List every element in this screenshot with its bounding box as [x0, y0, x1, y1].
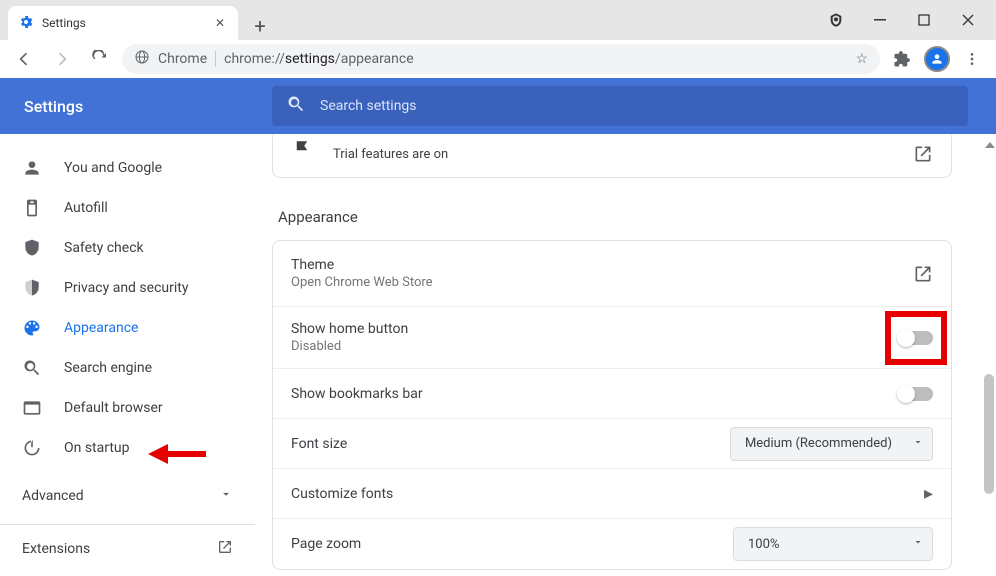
sidebar-item-label: Privacy and security: [64, 280, 188, 296]
sidebar-extensions-link[interactable]: Extensions: [0, 529, 255, 569]
search-icon: [286, 94, 306, 118]
appearance-section-title: Appearance: [278, 208, 952, 226]
sidebar-item-label: Safety check: [64, 240, 144, 256]
home-button-sublabel: Disabled: [291, 339, 899, 354]
address-bar[interactable]: Chrome chrome://settings/appearance ☆: [122, 44, 880, 74]
scrollbar-thumb[interactable]: [984, 374, 994, 494]
sidebar-item-label: You and Google: [64, 160, 162, 176]
tab-strip: Settings ✕ +: [0, 0, 828, 40]
sidebar-item-on-startup[interactable]: On startup: [0, 428, 255, 468]
settings-sidebar: You and Google Autofill Safety check Pri…: [0, 134, 256, 576]
font-size-value: Medium (Recommended): [745, 436, 892, 451]
font-size-row: Font size Medium (Recommended): [273, 419, 951, 469]
sidebar-item-search-engine[interactable]: Search engine: [0, 348, 255, 388]
window-maximize-button[interactable]: [902, 4, 946, 36]
browser-toolbar: Chrome chrome://settings/appearance ☆: [0, 40, 996, 78]
sidebar-advanced-label: Advanced: [22, 488, 84, 504]
forward-button[interactable]: [46, 43, 78, 75]
tab-close-icon[interactable]: ✕: [212, 16, 228, 30]
back-button[interactable]: [8, 43, 40, 75]
window-controls: [828, 0, 996, 40]
page-zoom-label: Page zoom: [291, 536, 733, 552]
sidebar-item-you-and-google[interactable]: You and Google: [0, 148, 255, 188]
home-button-label: Show home button: [291, 321, 899, 337]
sidebar-item-safety-check[interactable]: Safety check: [0, 228, 255, 268]
show-bookmarks-bar-row: Show bookmarks bar: [273, 369, 951, 419]
chevron-down-icon: [219, 487, 233, 505]
chevron-down-icon: [912, 436, 924, 452]
sidebar-item-privacy-security[interactable]: Privacy and security: [0, 268, 255, 308]
bookmarks-bar-label: Show bookmarks bar: [291, 386, 899, 402]
open-external-icon[interactable]: [913, 264, 933, 284]
omnibox-url: chrome://settings/appearance: [224, 51, 414, 67]
sidebar-item-appearance[interactable]: Appearance: [0, 308, 255, 348]
new-tab-button[interactable]: +: [246, 12, 274, 40]
window-minimize-button[interactable]: [858, 4, 902, 36]
sidebar-item-label: Appearance: [64, 320, 138, 336]
appearance-panel: Theme Open Chrome Web Store Show home bu…: [272, 240, 952, 570]
theme-row[interactable]: Theme Open Chrome Web Store: [273, 241, 951, 307]
font-size-label: Font size: [291, 436, 730, 452]
sidebar-item-label: Autofill: [64, 200, 108, 216]
flag-icon: [291, 139, 313, 157]
page-zoom-row: Page zoom 100%: [273, 519, 951, 569]
theme-label: Theme: [291, 257, 913, 273]
content-scrollbar[interactable]: [982, 134, 996, 576]
sidebar-item-label: Default browser: [64, 400, 163, 416]
open-external-icon[interactable]: [913, 144, 933, 164]
chevron-down-icon: [912, 536, 924, 552]
reload-button[interactable]: [84, 43, 116, 75]
sidebar-item-autofill[interactable]: Autofill: [0, 188, 255, 228]
search-input[interactable]: [320, 98, 954, 114]
page-title: Settings: [24, 97, 272, 116]
divider: [0, 524, 255, 525]
open-external-icon: [217, 539, 233, 559]
trial-message: Trial features are on: [333, 147, 448, 162]
page-zoom-dropdown[interactable]: 100%: [733, 527, 933, 561]
sidebar-item-default-browser[interactable]: Default browser: [0, 388, 255, 428]
site-info-icon[interactable]: [134, 49, 150, 69]
bookmarks-bar-toggle[interactable]: [899, 387, 933, 401]
settings-body: You and Google Autofill Safety check Pri…: [0, 134, 996, 576]
page-zoom-value: 100%: [748, 537, 779, 552]
theme-sublabel: Open Chrome Web Store: [291, 275, 913, 290]
sidebar-extensions-label: Extensions: [22, 541, 90, 557]
settings-header: Settings: [0, 78, 996, 134]
customize-fonts-label: Customize fonts: [291, 486, 924, 502]
scroll-up-icon[interactable]: [985, 142, 995, 148]
extensions-button[interactable]: [886, 43, 918, 75]
home-button-toggle[interactable]: [899, 331, 933, 345]
gear-icon: [18, 14, 42, 33]
bookmark-star-icon[interactable]: ☆: [855, 51, 868, 67]
profile-avatar[interactable]: [924, 46, 950, 72]
sidebar-item-label: Search engine: [64, 360, 152, 376]
sidebar-advanced-toggle[interactable]: Advanced: [0, 476, 255, 516]
font-size-dropdown[interactable]: Medium (Recommended): [730, 427, 933, 461]
tab-title: Settings: [42, 16, 212, 30]
trial-features-card[interactable]: Trial features are on: [272, 134, 952, 178]
settings-content: Trial features are on Appearance Theme O…: [256, 134, 996, 576]
settings-search[interactable]: [272, 86, 968, 126]
security-indicator-icon[interactable]: [828, 12, 844, 28]
chrome-menu-button[interactable]: [956, 43, 988, 75]
customize-fonts-row[interactable]: Customize fonts ▸: [273, 469, 951, 519]
window-titlebar: Settings ✕ +: [0, 0, 996, 40]
omnibox-chip: Chrome: [158, 51, 216, 67]
chevron-right-icon: ▸: [924, 483, 933, 504]
browser-tab-settings[interactable]: Settings ✕: [8, 6, 238, 40]
window-close-button[interactable]: [946, 4, 990, 36]
sidebar-item-label: On startup: [64, 440, 130, 456]
show-home-button-row: Show home button Disabled: [273, 307, 951, 369]
